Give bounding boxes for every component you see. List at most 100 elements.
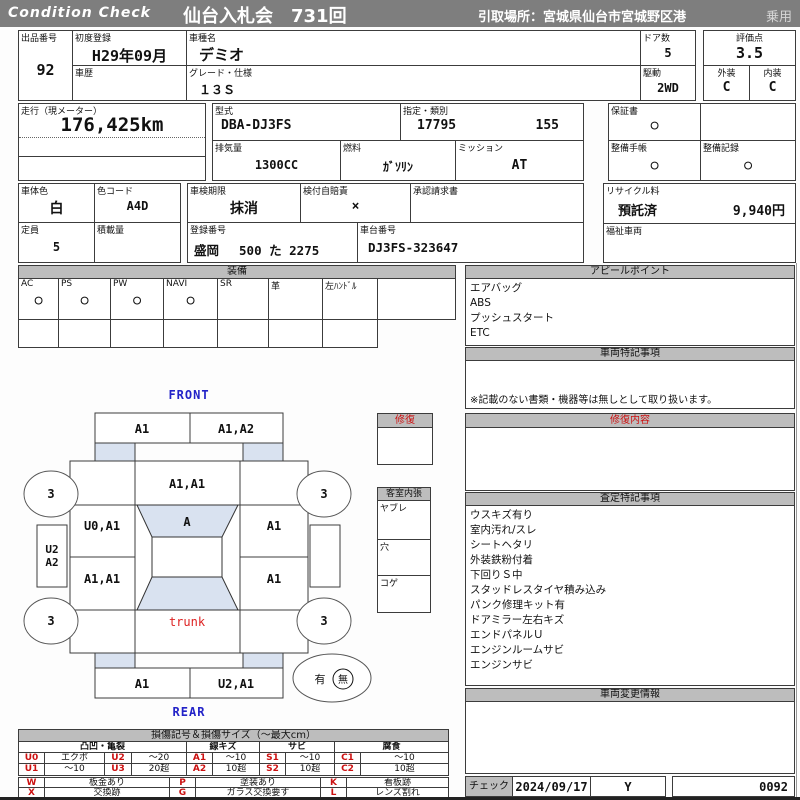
first-registration-label: 初度登録 xyxy=(75,34,112,44)
grade-cell: グレード・仕様 １３Ｓ xyxy=(186,65,641,101)
front-bumper-left-mark: A1 xyxy=(135,422,149,436)
model-name-cell: 車種名 デミオ xyxy=(186,30,641,66)
model-code-cell: 型式 DBA-DJ3FS xyxy=(212,103,401,141)
grade-label: グレード・仕様 xyxy=(189,69,253,79)
assessment-note-item: 外装鉄粉付着 xyxy=(470,554,533,566)
right-front-door-mark: A1 xyxy=(267,519,281,533)
warranty-mark: ○ xyxy=(650,118,659,133)
legend-code: S2 xyxy=(259,763,286,776)
equipment-cell-pw: PW ○ xyxy=(110,278,164,320)
equipment-mark: ○ xyxy=(186,293,195,308)
left-side-mark-2: A2 xyxy=(45,556,58,569)
plate-number-label: 登録番号 xyxy=(190,226,227,236)
body-color-cell: 車体色 白 xyxy=(18,183,95,223)
page-edge-line xyxy=(796,263,797,797)
rear-window xyxy=(136,576,239,611)
chassis-number-label: 車台番号 xyxy=(360,226,397,236)
warranty-cell: 保証書 ○ xyxy=(608,103,701,141)
assessment-note-item: ウスキズ有り xyxy=(470,509,533,521)
drive-cell: 駆動 2WD xyxy=(640,65,696,101)
lot-number-value: 92 xyxy=(36,61,55,79)
displacement-value: 1300CC xyxy=(254,158,299,172)
capacity-cell: 定員 5 xyxy=(18,222,95,263)
equipment-cell-leather: 革 xyxy=(268,278,323,320)
equipment-cell-navi: NAVI ○ xyxy=(163,278,218,320)
maintenance-record-mark: ○ xyxy=(744,158,752,173)
repair-content-body xyxy=(465,427,795,491)
equipment-label: SR xyxy=(220,279,232,289)
pickup-location: 引取場所：宮城県仙台市宮城野区港 xyxy=(478,10,687,25)
check-inspector-value: Y xyxy=(624,780,632,794)
wheel-front-right-mark: 3 xyxy=(320,487,327,501)
left-front-door-mark: U0,A1 xyxy=(84,519,120,533)
right-side-panel xyxy=(309,524,341,588)
equipment-label: AC xyxy=(21,279,34,289)
welfare-vehicle-cell: 福祉車両 xyxy=(603,223,796,263)
windshield-mark: A xyxy=(183,515,191,529)
assessment-note-item: ドアミラー左右キズ xyxy=(470,614,565,626)
appeal-point-item: ABS xyxy=(470,297,491,309)
equipment-cell-ac: AC ○ xyxy=(18,278,59,320)
sheet-number-cell: 0092 xyxy=(672,776,795,797)
lot-number-cell: 出品番号 92 xyxy=(18,30,73,101)
insurance-label: 検付自賠責 xyxy=(303,187,349,197)
equipment-empty-row-cell xyxy=(322,319,378,348)
transmission-value: AT xyxy=(511,158,528,173)
recycle-status: 預託済 xyxy=(618,204,658,219)
color-code-value: A4D xyxy=(126,199,149,213)
recycle-fee-label: リサイクル料 xyxy=(606,187,660,197)
warranty-spare-cell xyxy=(700,103,796,141)
model-name-value: デミオ xyxy=(199,46,245,64)
vehicle-notes-disclaimer: ※記載のない書類・機器等は無しとして取り扱います。 xyxy=(470,395,718,406)
front-bumper-right-mark: A1,A2 xyxy=(218,422,254,436)
inspection-expiry-cell: 車検期限 抹消 xyxy=(187,183,301,223)
maintenance-record-label: 整備記録 xyxy=(703,144,740,154)
chassis-number-cell: 車台番号 DJ3FS-323647 xyxy=(357,222,584,263)
equipment-mark: ○ xyxy=(34,293,43,308)
mileage-cell: 走行（現メーター） 176,425km xyxy=(18,103,206,181)
interior-grade-label: 内装 xyxy=(763,69,782,79)
displacement-label: 排気量 xyxy=(215,144,243,154)
wheel-rear-right-mark: 3 xyxy=(320,614,327,628)
roof-window xyxy=(151,536,223,578)
auction-title: 仙台入札会 731回 xyxy=(183,6,347,27)
legend-desc: 20超 xyxy=(131,763,187,776)
legend-code: U1 xyxy=(18,763,45,776)
interior-grade-cell: 内装 C xyxy=(749,65,796,101)
maintenance-book-label: 整備手帳 xyxy=(611,144,648,154)
warranty-label: 保証書 xyxy=(611,107,639,117)
recycle-fee-cell: リサイクル料 預託済 9,940円 xyxy=(603,183,796,224)
appeal-point-item: ETC xyxy=(470,327,490,339)
equipment-empty-row-cell xyxy=(163,319,218,348)
front-pillar-right xyxy=(242,442,284,462)
equipment-empty-row-cell xyxy=(110,319,164,348)
assessment-notes-header: 査定特記事項 xyxy=(465,492,795,506)
appeal-point-item: プッシュスタート xyxy=(470,312,554,324)
welfare-vehicle-label: 福祉車両 xyxy=(606,227,643,237)
score-value: 3.5 xyxy=(735,44,764,62)
fuel-cell: 燃料 ｶﾞｿﾘﾝ xyxy=(340,140,456,181)
first-registration-cell: 初度登録 H29年09月 xyxy=(72,30,187,66)
displacement-cell: 排気量 1300CC xyxy=(212,140,341,181)
vehicle-class: 乗用 xyxy=(765,10,792,25)
assessment-note-item: スタッドレスタイヤ積み込み xyxy=(470,584,607,596)
designation-cell: 指定・類別 17795 155 xyxy=(400,103,584,141)
right-rear-door-mark: A1 xyxy=(267,572,281,586)
car-damage-diagram: FRONT A1 A1,A2 A1,A1 A U0,A1 A1,A1 A1 A1… xyxy=(23,388,372,719)
auction-sheet: { "header": { "brand": "Condition Check"… xyxy=(0,0,800,800)
history-label: 車歴 xyxy=(75,69,94,79)
designation-value-2: 155 xyxy=(535,118,559,133)
wheel-front-left-mark: 3 xyxy=(47,487,54,501)
doors-value: 5 xyxy=(664,46,672,60)
doors-label: ドア数 xyxy=(643,34,671,44)
body-color-label: 車体色 xyxy=(21,187,49,197)
appeal-points-body: エアバッグ ABS プッシュスタート ETC xyxy=(465,278,795,346)
divider xyxy=(19,137,205,138)
trunk-label: trunk xyxy=(169,615,206,629)
equipment-cell-ps: PS ○ xyxy=(58,278,111,320)
title-bar: Condition Check 仙台入札会 731回 引取場所：宮城県仙台市宮城… xyxy=(0,0,800,27)
exterior-grade-label: 外装 xyxy=(717,69,736,79)
designation-label: 指定・類別 xyxy=(403,107,449,117)
doors-cell: ドア数 5 xyxy=(640,30,696,66)
plate-number-value: 盛岡 500 た 2275 xyxy=(194,243,320,258)
